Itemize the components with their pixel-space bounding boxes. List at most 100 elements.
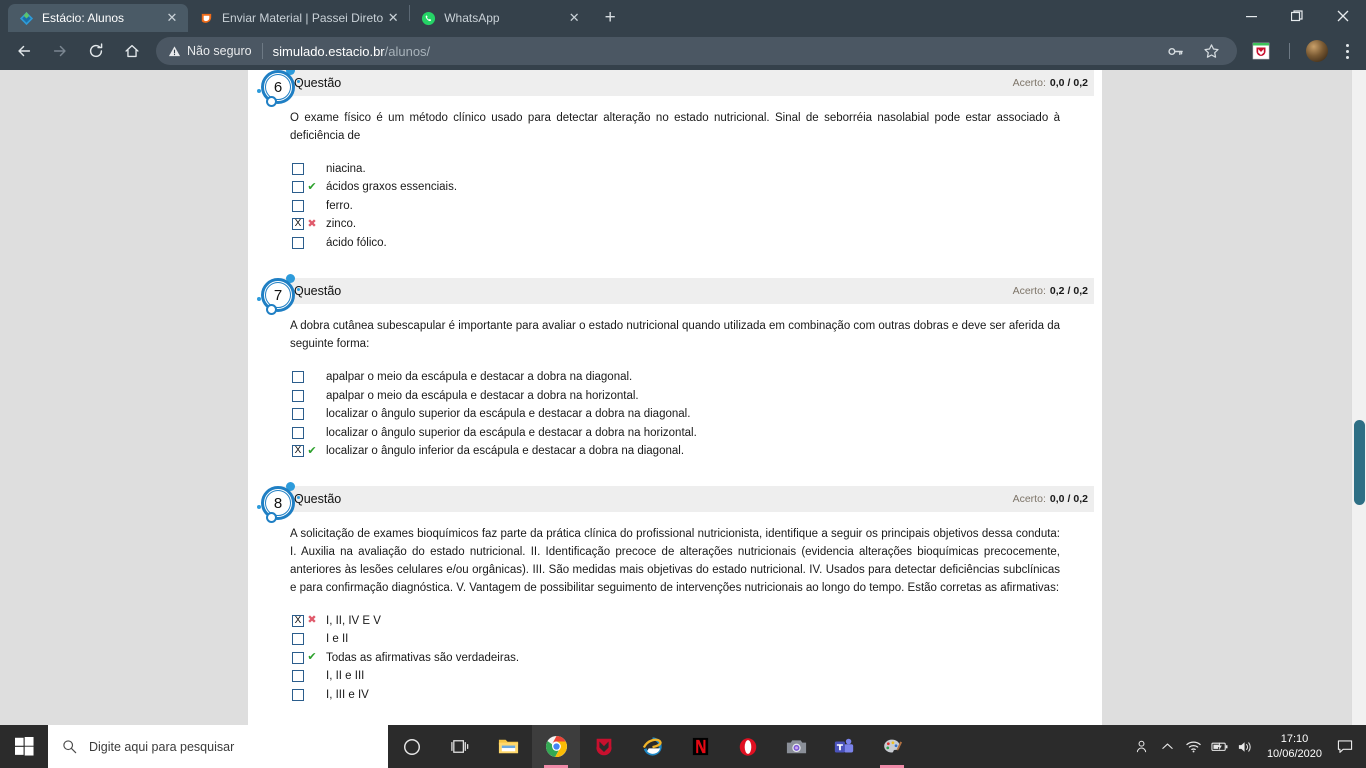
three-dots-menu-icon[interactable] xyxy=(1334,36,1360,66)
option-label: zinco. xyxy=(326,218,357,231)
tab-whatsapp[interactable]: WhatsApp ✕ xyxy=(410,4,590,32)
avatar[interactable] xyxy=(1306,40,1328,62)
option-row[interactable]: niacina. xyxy=(248,160,1102,179)
cortana-icon[interactable] xyxy=(388,725,436,768)
close-icon[interactable]: ✕ xyxy=(162,8,182,28)
netflix-icon[interactable] xyxy=(676,725,724,768)
address-bar[interactable]: Não seguro simulado.estacio.br/alunos/ xyxy=(156,37,1237,65)
show-hidden-icons-icon[interactable] xyxy=(1155,725,1181,768)
chrome-icon[interactable] xyxy=(532,725,580,768)
reload-button[interactable] xyxy=(81,36,111,66)
security-status[interactable]: Não seguro xyxy=(168,44,252,58)
option-row[interactable]: I, II e III xyxy=(248,667,1102,686)
maximize-button[interactable] xyxy=(1274,0,1320,32)
option-row[interactable]: X ✖ I, II, IV E V xyxy=(248,612,1102,631)
paint-icon[interactable] xyxy=(868,725,916,768)
score-label: Acerto: xyxy=(1012,77,1046,89)
option-row[interactable]: localizar o ângulo superior da escápula … xyxy=(248,423,1102,442)
battery-icon[interactable] xyxy=(1207,725,1233,768)
badge-bubble-icon xyxy=(297,80,300,83)
new-tab-button[interactable]: + xyxy=(596,4,624,32)
option-label: localizar o ângulo inferior da escápula … xyxy=(326,445,685,457)
wifi-icon[interactable] xyxy=(1181,725,1207,768)
people-icon[interactable] xyxy=(1129,725,1155,768)
option-checkbox[interactable]: X xyxy=(292,218,304,231)
option-checkbox[interactable]: X xyxy=(292,445,304,457)
tab-estacio-alunos[interactable]: Estácio: Alunos ✕ xyxy=(8,4,188,32)
option-checkbox[interactable] xyxy=(292,371,304,383)
notifications-icon[interactable] xyxy=(1330,725,1360,768)
question-number: 7 xyxy=(273,286,283,304)
minimize-button[interactable] xyxy=(1228,0,1274,32)
omnibox-actions xyxy=(1157,36,1229,66)
forward-button[interactable] xyxy=(45,36,75,66)
close-icon[interactable]: ✕ xyxy=(383,8,403,28)
option-row[interactable]: apalpar o meio da escápula e destacar a … xyxy=(248,386,1102,405)
option-label: I, II, IV E V xyxy=(326,614,381,627)
score-total: 0,2 xyxy=(1073,493,1088,506)
question-number-badge: 6 xyxy=(256,70,300,110)
question-number: 6 xyxy=(273,78,283,96)
back-button[interactable] xyxy=(9,36,39,66)
task-view-icon[interactable] xyxy=(436,725,484,768)
option-checkbox[interactable] xyxy=(292,181,304,194)
close-button[interactable] xyxy=(1320,0,1366,32)
option-checkbox[interactable] xyxy=(292,688,304,701)
taskbar-search-input[interactable]: Digite aqui para pesquisar xyxy=(48,725,388,768)
scrollbar-thumb[interactable] xyxy=(1354,420,1365,505)
close-icon[interactable]: ✕ xyxy=(564,8,584,28)
option-checkbox[interactable] xyxy=(292,236,304,249)
questions-list: Questão Acerto: 0,0/0,2 6 O exame físico é u… xyxy=(248,70,1102,725)
key-icon[interactable] xyxy=(1160,36,1190,66)
option-row[interactable]: ✔ ácidos graxos essenciais. xyxy=(248,178,1102,197)
mcafee-extension-icon[interactable] xyxy=(1246,36,1276,66)
microsoft-teams-icon[interactable] xyxy=(820,725,868,768)
option-row[interactable]: localizar o ângulo superior da escápula … xyxy=(248,405,1102,424)
option-row[interactable]: X ✖ zinco. xyxy=(248,215,1102,234)
volume-icon[interactable] xyxy=(1233,725,1259,768)
whatsapp-icon xyxy=(420,10,436,26)
option-row[interactable]: ferro. xyxy=(248,197,1102,216)
tab-passei-direto[interactable]: Enviar Material | Passei Direto ✕ xyxy=(188,4,409,32)
option-checkbox[interactable] xyxy=(292,633,304,646)
taskbar-clock[interactable]: 17:10 10/06/2020 xyxy=(1259,732,1330,762)
tab-title: Enviar Material | Passei Direto xyxy=(222,11,384,25)
badge-bubble-icon xyxy=(297,496,300,500)
mcafee-icon[interactable] xyxy=(580,725,628,768)
question-block: Questão Acerto: 0,0/0,2 6 O exame físico é u… xyxy=(248,70,1102,278)
home-button[interactable] xyxy=(117,36,147,66)
option-row[interactable]: I e II xyxy=(248,630,1102,649)
windows-taskbar: Digite aqui para pesquisar 17:10 10/06/2… xyxy=(0,725,1366,768)
option-checkbox[interactable] xyxy=(292,651,304,664)
option-row[interactable]: I, III e IV xyxy=(248,686,1102,705)
file-explorer-icon[interactable] xyxy=(484,725,532,768)
option-checkbox[interactable] xyxy=(292,162,304,175)
option-checkbox[interactable] xyxy=(292,389,304,402)
option-label: localizar o ângulo superior da escápula … xyxy=(326,408,691,420)
page-canvas: Questão Acerto: 0,0/0,2 6 O exame físico é u… xyxy=(0,70,1351,725)
opera-icon[interactable] xyxy=(724,725,772,768)
option-row[interactable]: apalpar o meio da escápula e destacar a … xyxy=(248,368,1102,387)
option-checkbox[interactable] xyxy=(292,426,304,439)
question-number-badge: 7 xyxy=(256,274,300,318)
question-options: apalpar o meio da escápula e destacar a … xyxy=(248,368,1102,487)
option-checkbox[interactable] xyxy=(292,408,304,420)
score-separator: / xyxy=(1067,285,1071,298)
star-icon[interactable] xyxy=(1196,36,1226,66)
score-total: 0,2 xyxy=(1073,285,1088,298)
option-checkbox[interactable]: X xyxy=(292,614,304,627)
option-row[interactable]: ácido fólico. xyxy=(248,234,1102,253)
option-row[interactable]: X ✔ localizar o ângulo inferior da escápul… xyxy=(248,442,1102,461)
option-checkbox[interactable] xyxy=(292,670,304,683)
score-value: 0,0 xyxy=(1049,493,1065,506)
camera-icon[interactable] xyxy=(772,725,820,768)
vertical-scrollbar[interactable] xyxy=(1351,70,1366,725)
option-row[interactable]: ✔ Todas as afirmativas são verdadeiras. xyxy=(248,649,1102,668)
windows-start-icon[interactable] xyxy=(0,725,48,768)
question-header: Questão Acerto: 0,0/0,2 xyxy=(282,70,1094,96)
question-number: 8 xyxy=(273,494,283,512)
estacio-diamond-icon xyxy=(18,10,34,26)
option-checkbox[interactable] xyxy=(292,199,304,212)
score-value: 0,0 xyxy=(1049,77,1065,89)
internet-explorer-icon[interactable] xyxy=(628,725,676,768)
